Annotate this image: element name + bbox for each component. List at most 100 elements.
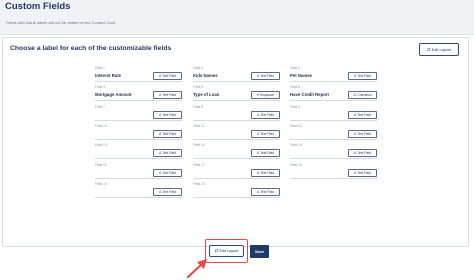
field-input[interactable]: A Text Field — [193, 188, 280, 198]
field-type-button[interactable]: A Text Field — [251, 188, 280, 196]
field-value: Kids Names — [193, 73, 218, 78]
custom-field: Field 1 Interest Rate A Text Field — [95, 66, 182, 82]
field-input[interactable]: A Text Field — [193, 169, 280, 179]
field-label: Field 5 — [193, 85, 203, 89]
field-type-button[interactable]: A Text Field — [251, 72, 280, 80]
custom-fields-page: Custom Fields Fields with blank labels w… — [0, 0, 474, 279]
field-input[interactable]: A Text Field — [290, 111, 377, 121]
field-type-button[interactable]: A Text Field — [153, 149, 182, 157]
field-type-label: Text Field — [162, 190, 177, 194]
field-input[interactable]: A Text Field — [95, 169, 182, 179]
field-input[interactable]: Interest Rate A Text Field — [95, 72, 182, 82]
field-label: Field 14 — [193, 143, 205, 147]
field-label: Field 15 — [290, 143, 302, 147]
field-type-label: Text Field — [260, 171, 275, 175]
field-type-label: Dropdown — [259, 93, 275, 97]
text-a-icon: A — [158, 171, 162, 175]
field-input[interactable]: A Text Field — [193, 130, 280, 140]
custom-field: Field 3 Mortgage Amount A Text Field — [95, 85, 182, 101]
field-type-label: Text Field — [357, 151, 372, 155]
field-type-button[interactable]: A Text Field — [251, 149, 280, 157]
custom-field: Field 7 A Text Field — [95, 105, 182, 121]
custom-field: Field 10 A Text Field — [95, 124, 182, 140]
field-label: Field 9 — [290, 105, 300, 109]
custom-field: Field 13 A Text Field — [95, 143, 182, 159]
field-input[interactable]: A Text Field — [95, 130, 182, 140]
field-value: Interest Rate — [95, 73, 122, 78]
custom-field: Field 12 A Text Field — [290, 124, 377, 140]
field-input[interactable]: A Text Field — [95, 111, 182, 121]
field-value: Type of Loan — [193, 92, 220, 97]
field-value: Have Credit Report — [290, 92, 329, 97]
field-input[interactable]: A Text Field — [290, 149, 377, 159]
field-type-button[interactable]: A Text Field — [153, 111, 182, 119]
field-type-button[interactable]: A Text Field — [153, 169, 182, 177]
field-type-button[interactable]: A Text Field — [348, 111, 377, 119]
field-type-label: Text Field — [162, 93, 177, 97]
field-input[interactable]: A Text Field — [193, 111, 280, 121]
text-a-icon: A — [256, 190, 260, 194]
field-type-button[interactable]: A Text Field — [251, 130, 280, 138]
dropdown-icon: ▾ — [256, 93, 259, 97]
field-value: Mortgage Amount — [95, 92, 132, 97]
text-a-icon: A — [158, 151, 162, 155]
field-type-button[interactable]: A Text Field — [348, 169, 377, 177]
field-type-button[interactable]: A Text Field — [348, 72, 377, 80]
field-type-label: Text Field — [357, 74, 372, 78]
field-type-button[interactable]: A Text Field — [251, 111, 280, 119]
field-type-button[interactable]: ☑ Checkbox — [348, 91, 377, 99]
custom-field: Field 6 Have Credit Report ☑ Checkbox — [290, 85, 377, 101]
edit-layout-button-top[interactable]: ⇄ Edit Layout — [419, 43, 459, 56]
field-type-button[interactable]: A Text Field — [153, 91, 182, 99]
text-a-icon: A — [353, 74, 357, 78]
field-type-button[interactable]: A Text Field — [348, 130, 377, 138]
field-type-label: Text Field — [162, 74, 177, 78]
text-a-icon: A — [256, 74, 260, 78]
field-type-button[interactable]: A Text Field — [153, 188, 182, 196]
text-a-icon: A — [256, 151, 260, 155]
custom-field: Field 11 A Text Field — [193, 124, 280, 140]
fields-card: Choose a label for each of the customiza… — [2, 37, 469, 279]
field-type-button[interactable]: A Text Field — [153, 72, 182, 80]
save-button[interactable]: Save — [250, 245, 269, 258]
field-input[interactable]: Have Credit Report ☑ Checkbox — [290, 91, 377, 101]
field-input[interactable]: A Text Field — [193, 149, 280, 159]
field-type-label: Text Field — [357, 132, 372, 136]
field-label: Field 2 — [290, 66, 300, 70]
field-type-label: Text Field — [260, 132, 275, 136]
checkbox-icon: ☑ — [353, 93, 357, 97]
text-a-icon: A — [158, 93, 162, 97]
page-header: Custom Fields Fields with blank labels w… — [0, 0, 474, 35]
text-a-icon: A — [158, 74, 162, 78]
field-input[interactable]: Mortgage Amount A Text Field — [95, 91, 182, 101]
swap-arrows-icon: ⇄ — [426, 46, 431, 52]
text-a-icon: A — [353, 171, 357, 175]
custom-field: Field 19 A Text Field — [95, 182, 182, 198]
field-input[interactable]: Pet Names A Text Field — [290, 72, 377, 82]
field-type-button[interactable]: A Text Field — [251, 169, 280, 177]
field-input[interactable]: Kids Names A Text Field — [193, 72, 280, 82]
field-type-button[interactable]: ▾ Dropdown — [251, 91, 280, 99]
text-a-icon: A — [256, 113, 260, 117]
text-a-icon: A — [353, 151, 357, 155]
field-input[interactable]: A Text Field — [290, 130, 377, 140]
edit-layout-button-bottom[interactable]: ⇄ Edit Layout — [209, 245, 244, 257]
custom-field: Field 4 Kids Names A Text Field — [193, 66, 280, 82]
custom-field: Field 16 A Text Field — [95, 163, 182, 179]
field-type-button[interactable]: A Text Field — [348, 149, 377, 157]
text-a-icon: A — [158, 132, 162, 136]
page-title: Custom Fields — [5, 1, 71, 12]
field-type-label: Text Field — [260, 74, 275, 78]
field-input[interactable]: A Text Field — [95, 188, 182, 198]
field-type-label: Text Field — [357, 113, 372, 117]
field-label: Field 4 — [193, 66, 203, 70]
field-input[interactable]: Type of Loan ▾ Dropdown — [193, 91, 280, 101]
field-type-button[interactable]: A Text Field — [153, 130, 182, 138]
field-label: Field 6 — [290, 85, 300, 89]
red-arrow-icon — [186, 259, 207, 279]
field-input[interactable]: A Text Field — [95, 149, 182, 159]
field-type-label: Text Field — [260, 151, 275, 155]
field-type-label: Text Field — [162, 171, 177, 175]
field-input[interactable]: A Text Field — [290, 169, 377, 179]
edit-layout-label: Edit Layout — [431, 47, 452, 52]
